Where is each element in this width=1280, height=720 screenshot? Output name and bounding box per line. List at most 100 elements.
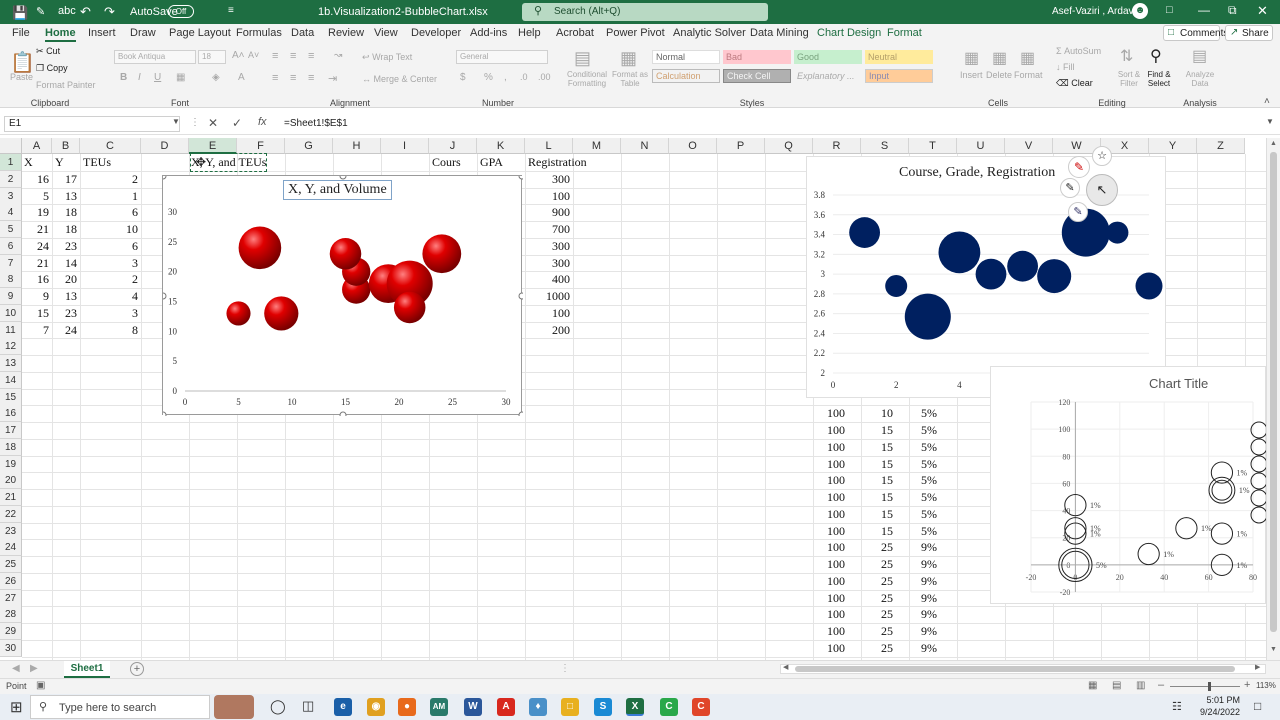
next-sheet-icon[interactable]: ▶ [30,663,38,674]
bubble-chart-xy-volume[interactable]: X, Y, and Volume 0 5 10 15 20 25 30 0 5 10 15 20 25 3… [162,175,523,416]
tab-power-pivot[interactable]: Power Pivot [606,27,665,39]
row-header-13[interactable]: 13 [0,355,22,372]
style-explanatory[interactable]: Explanatory ... [794,69,862,83]
cut-button[interactable]: ✂ Cut [36,46,60,57]
tab-page-layout[interactable]: Page Layout [169,27,231,39]
row-header-24[interactable]: 24 [0,539,22,557]
tab-data[interactable]: Data [291,27,314,39]
select-all-button[interactable] [0,138,22,154]
cell-t[interactable]: 5% [897,439,937,456]
column-header-b[interactable]: B [52,138,80,154]
tab-file[interactable]: File [12,27,30,39]
cell-x[interactable]: 16 [21,171,49,188]
touch-mode-icon[interactable]: ✎ [36,5,45,18]
cell-registration[interactable]: 300 [526,171,570,188]
cell-t[interactable]: 9% [897,556,937,573]
cell-r[interactable]: 100 [805,606,845,623]
cell-teus[interactable]: 2 [98,171,138,188]
find-select-button[interactable]: Find & Select [1144,70,1174,88]
row-header-27[interactable]: 27 [0,589,22,607]
cell-y[interactable]: 20 [49,271,77,288]
row-header-2[interactable]: 2 [0,170,22,188]
camtasia-green-icon[interactable]: C [660,698,678,716]
restore-icon[interactable]: ⧉ [1228,3,1237,18]
format-as-table-icon[interactable]: ▦ [620,48,637,69]
cortana-icon[interactable]: ◯ [270,698,286,715]
bold-icon[interactable]: B [120,72,127,83]
cell-teus[interactable]: 3 [98,255,138,272]
file-name[interactable]: 1b.Visualization2-BubbleChart.xlsx [318,6,488,18]
fill-color-icon[interactable]: ◈ [212,72,220,83]
chart-styles-icon[interactable]: ☆ [1092,146,1112,166]
share-button[interactable]: ↗ Share [1225,25,1273,41]
vertical-scroll-thumb[interactable] [1270,152,1277,632]
column-header-l[interactable]: L [525,138,573,154]
cell-teus[interactable]: 2 [98,271,138,288]
find-select-icon[interactable]: ⚲ [1150,46,1162,66]
cell-t[interactable]: 9% [897,573,937,590]
cell-r[interactable]: 100 [805,439,845,456]
header-y[interactable]: Y [55,154,64,171]
cell-s[interactable]: 15 [853,456,893,473]
cell-s[interactable]: 25 [853,623,893,640]
cell-x[interactable]: 19 [21,204,49,221]
cell-r[interactable]: 100 [805,523,845,540]
tab-review[interactable]: Review [328,27,364,39]
insert-cells-icon[interactable]: ▦ [964,48,979,68]
column-header-k[interactable]: K [477,138,525,154]
font-name-box[interactable]: Book Antiqua [114,50,196,64]
align-top-icon[interactable]: ≡ [272,50,278,62]
column-header-n[interactable]: N [621,138,669,154]
wrap-text-button[interactable]: ↩ Wrap Text [362,52,412,63]
italic-icon[interactable]: I [138,72,141,83]
tab-help[interactable]: Help [518,27,541,39]
row-header-1[interactable]: 1 [0,154,22,171]
cell-r[interactable]: 100 [805,556,845,573]
cell-x[interactable]: 21 [21,221,49,238]
cell-y[interactable]: 17 [49,171,77,188]
cell-s[interactable]: 15 [853,422,893,439]
collapse-ribbon-icon[interactable]: ˄ [1264,96,1270,107]
column-header-h[interactable]: H [333,138,381,154]
zoom-slider-thumb[interactable] [1208,682,1211,691]
sort-filter-button[interactable]: Sort & Filter [1114,70,1144,88]
name-box[interactable]: E1 [4,116,180,132]
row-header-19[interactable]: 19 [0,455,22,473]
row-header-23[interactable]: 23 [0,522,22,540]
redo-icon[interactable]: ↷ [104,4,115,20]
row-header-29[interactable]: 29 [0,623,22,640]
cell-x[interactable]: 24 [21,238,49,255]
tab-insert[interactable]: Insert [88,27,116,39]
cell-t[interactable]: 9% [897,623,937,640]
column-header-a[interactable]: A [22,138,52,154]
cell-r[interactable]: 100 [805,623,845,640]
page-break-view-icon[interactable]: ▥ [1136,680,1145,691]
header-x[interactable]: X [24,154,33,171]
conditional-formatting-button[interactable]: Conditional Formatting [562,70,612,88]
network-icon[interactable]: ☷ [1172,700,1182,713]
tab-format[interactable]: Format [887,27,922,39]
column-header-g[interactable]: G [285,138,333,154]
cell-r[interactable]: 100 [805,472,845,489]
column-header-z[interactable]: Z [1197,138,1245,154]
macro-record-icon[interactable]: ▣ [36,680,45,691]
style-bad[interactable]: Bad [723,50,791,64]
number-format-box[interactable]: General [456,50,548,64]
autosum-button[interactable]: Σ AutoSum [1056,46,1101,56]
cell-x[interactable]: 16 [21,271,49,288]
sheet-tab-sheet1[interactable]: Sheet1 [64,661,110,678]
taskbar-search[interactable]: ⚲ Type here to search [30,695,210,719]
shrink-font-icon[interactable]: A˅ [248,50,259,60]
row-header-4[interactable]: 4 [0,204,22,222]
cell-s[interactable]: 15 [853,523,893,540]
cell-x[interactable]: 15 [21,305,49,322]
formula-input[interactable]: =Sheet1!$E$1 [284,118,348,129]
cell-y[interactable]: 13 [49,188,77,205]
search-box[interactable]: ⚲ Search (Alt+Q) [522,3,768,21]
row-header-10[interactable]: 10 [0,304,22,322]
align-center-icon[interactable]: ≡ [290,72,296,84]
grow-font-icon[interactable]: A˄ [232,50,245,61]
cell-y[interactable]: 24 [49,322,77,339]
task-view-icon[interactable]: ◫ [302,698,314,714]
cell-r[interactable]: 100 [805,405,845,422]
